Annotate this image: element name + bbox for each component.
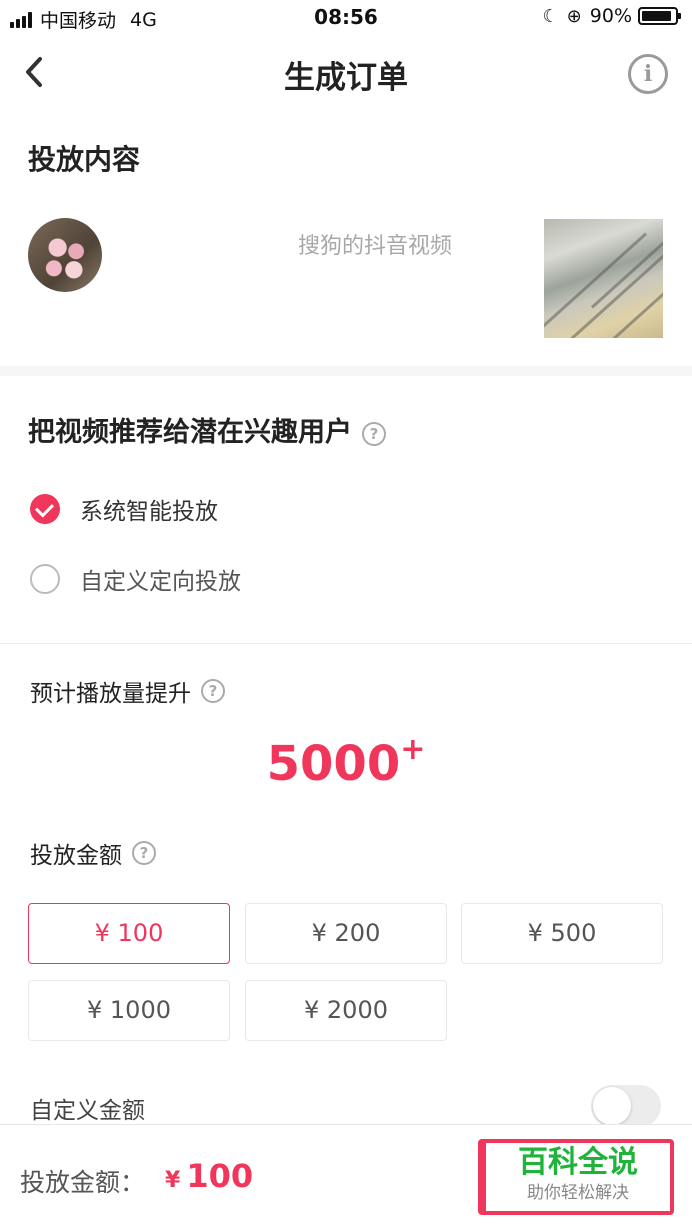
- nav-bar: 生成订单 i: [0, 36, 692, 112]
- estimate-number: 5000: [266, 736, 401, 792]
- option-label: 系统智能投放: [80, 499, 218, 525]
- option-custom-targeting[interactable]: 自定义定向投放: [30, 562, 241, 596]
- amount-option-200[interactable]: ¥ 200: [245, 903, 447, 964]
- targeting-section-title: 把视频推荐给潜在兴趣用户?: [28, 410, 386, 449]
- total-amount-value: 100: [186, 1157, 254, 1195]
- amount-option-100[interactable]: ¥ 100: [28, 903, 230, 964]
- estimate-value: 5000+: [0, 732, 692, 792]
- avatar: [28, 218, 102, 292]
- amount-option-2000[interactable]: ¥ 2000: [245, 980, 447, 1041]
- currency-symbol: ¥: [165, 1168, 181, 1193]
- targeting-title-text: 把视频推荐给潜在兴趣用户: [28, 417, 352, 448]
- video-title: 搜狗的抖音视频: [297, 234, 452, 259]
- help-icon[interactable]: ?: [362, 421, 386, 446]
- watermark-title: 百科全说: [518, 1145, 638, 1180]
- watermark: 百科全说 助你轻松解决: [486, 1143, 670, 1211]
- battery-icon: [638, 7, 681, 25]
- page-title: 生成订单: [284, 60, 408, 96]
- option-label: 自定义定向投放: [80, 569, 241, 595]
- custom-amount-label: 自定义金额: [30, 1098, 145, 1124]
- video-thumbnail[interactable]: [544, 219, 663, 338]
- watermark-subtitle: 助你轻松解决: [527, 1183, 629, 1203]
- section-divider: [0, 366, 692, 376]
- option-smart-delivery[interactable]: 系统智能投放: [30, 492, 218, 526]
- status-right: ☾ ⊕ 90%: [542, 5, 681, 27]
- bottom-bar: 投放金额： ¥100 百科全说 助你轻松解决: [0, 1124, 692, 1230]
- divider-line: [0, 643, 692, 644]
- amount-option-1000[interactable]: ¥ 1000: [28, 980, 230, 1041]
- radio-checked-icon[interactable]: [30, 494, 60, 524]
- amount-option-500[interactable]: ¥ 500: [461, 903, 663, 964]
- content-section-title: 投放内容: [28, 143, 141, 176]
- amount-label-text: 投放金额: [30, 843, 122, 869]
- status-bar: 中国移动 4G 08:56 ☾ ⊕ 90%: [0, 0, 692, 36]
- amount-label: 投放金额?: [30, 836, 156, 870]
- custom-amount-toggle[interactable]: [591, 1085, 661, 1127]
- help-icon[interactable]: ?: [132, 841, 156, 865]
- estimate-label: 预计播放量提升?: [30, 674, 225, 708]
- radio-unchecked-icon[interactable]: [30, 564, 60, 594]
- total-label: 投放金额：: [20, 1168, 146, 1197]
- toggle-knob: [593, 1087, 631, 1125]
- estimate-label-text: 预计播放量提升: [30, 681, 191, 707]
- help-icon[interactable]: ?: [201, 679, 225, 703]
- info-icon[interactable]: i: [628, 54, 668, 94]
- moon-icon: ☾: [542, 5, 559, 27]
- rotation-lock-icon: ⊕: [566, 5, 582, 27]
- estimate-suffix: +: [400, 732, 426, 767]
- total-amount: ¥100: [165, 1157, 253, 1195]
- battery-percent: 90%: [589, 5, 632, 27]
